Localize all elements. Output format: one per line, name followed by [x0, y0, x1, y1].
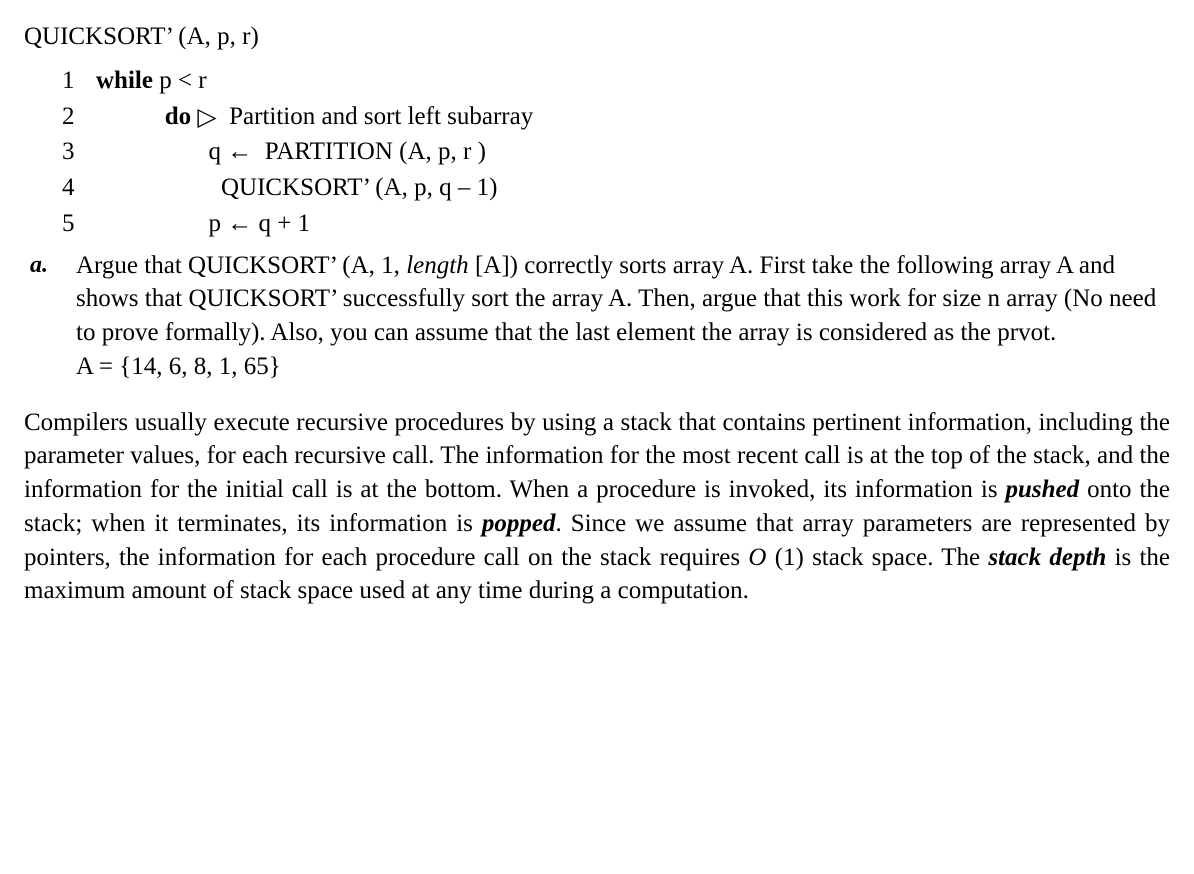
question-a: a. Argue that QUICKSORT’ (A, 1, length […	[30, 249, 1170, 384]
question-body: Argue that QUICKSORT’ (A, 1, length [A])…	[76, 249, 1170, 384]
italic-length: length	[406, 252, 469, 279]
code-text: p < r	[153, 67, 207, 94]
code-content: q ← PARTITION (A, p, r )	[96, 135, 486, 169]
line-number: 3	[62, 135, 96, 169]
code-content: while p < r	[96, 64, 207, 98]
code-text: q ← PARTITION (A, p, r )	[209, 138, 486, 165]
line-number: 1	[62, 64, 96, 98]
code-content: do ▷ Partition and sort left subarray	[96, 100, 533, 134]
array-definition: A = {14, 6, 8, 1, 65}	[76, 353, 281, 380]
algo-line-1: 1 while p < r	[62, 64, 1170, 98]
algo-line-3: 3 q ← PARTITION (A, p, r )	[62, 135, 1170, 169]
code-pad	[96, 138, 209, 165]
para-seg: Compilers usually execute recursive proc…	[24, 409, 1170, 504]
algo-line-4: 4 QUICKSORT’ (A, p, q – 1)	[62, 171, 1170, 205]
line-number: 2	[62, 100, 96, 134]
comment-text: Partition and sort left subarray	[223, 103, 533, 130]
triangle-icon: ▷	[191, 101, 223, 135]
term-stack-depth: stack depth	[988, 544, 1106, 571]
keyword-do: do	[165, 103, 191, 130]
algorithm-header: QUICKSORT’ (A, p, r)	[24, 20, 1170, 54]
code-text: QUICKSORT’ (A, p, q – 1)	[221, 174, 498, 201]
code-pad	[96, 174, 221, 201]
code-content: QUICKSORT’ (A, p, q – 1)	[96, 171, 498, 205]
term-popped: popped	[482, 510, 556, 537]
q-seg: Argue that QUICKSORT’ (A, 1,	[76, 252, 406, 279]
big-o-notation: O	[748, 544, 766, 571]
algorithm-body: 1 while p < r 2 do ▷ Partition and sort …	[62, 64, 1170, 241]
code-pad	[96, 103, 165, 130]
term-pushed: pushed	[1005, 476, 1079, 503]
code-text: p ← q + 1	[209, 210, 311, 237]
code-content: p ← q + 1	[96, 207, 310, 241]
keyword-while: while	[96, 67, 153, 94]
code-pad	[96, 210, 209, 237]
para-seg: (1) stack space. The	[766, 544, 988, 571]
algo-line-2: 2 do ▷ Partition and sort left subarray	[62, 100, 1170, 134]
question-label: a.	[30, 249, 76, 384]
line-number: 5	[62, 207, 96, 241]
explanation-paragraph: Compilers usually execute recursive proc…	[24, 406, 1170, 609]
line-number: 4	[62, 171, 96, 205]
algo-line-5: 5 p ← q + 1	[62, 207, 1170, 241]
